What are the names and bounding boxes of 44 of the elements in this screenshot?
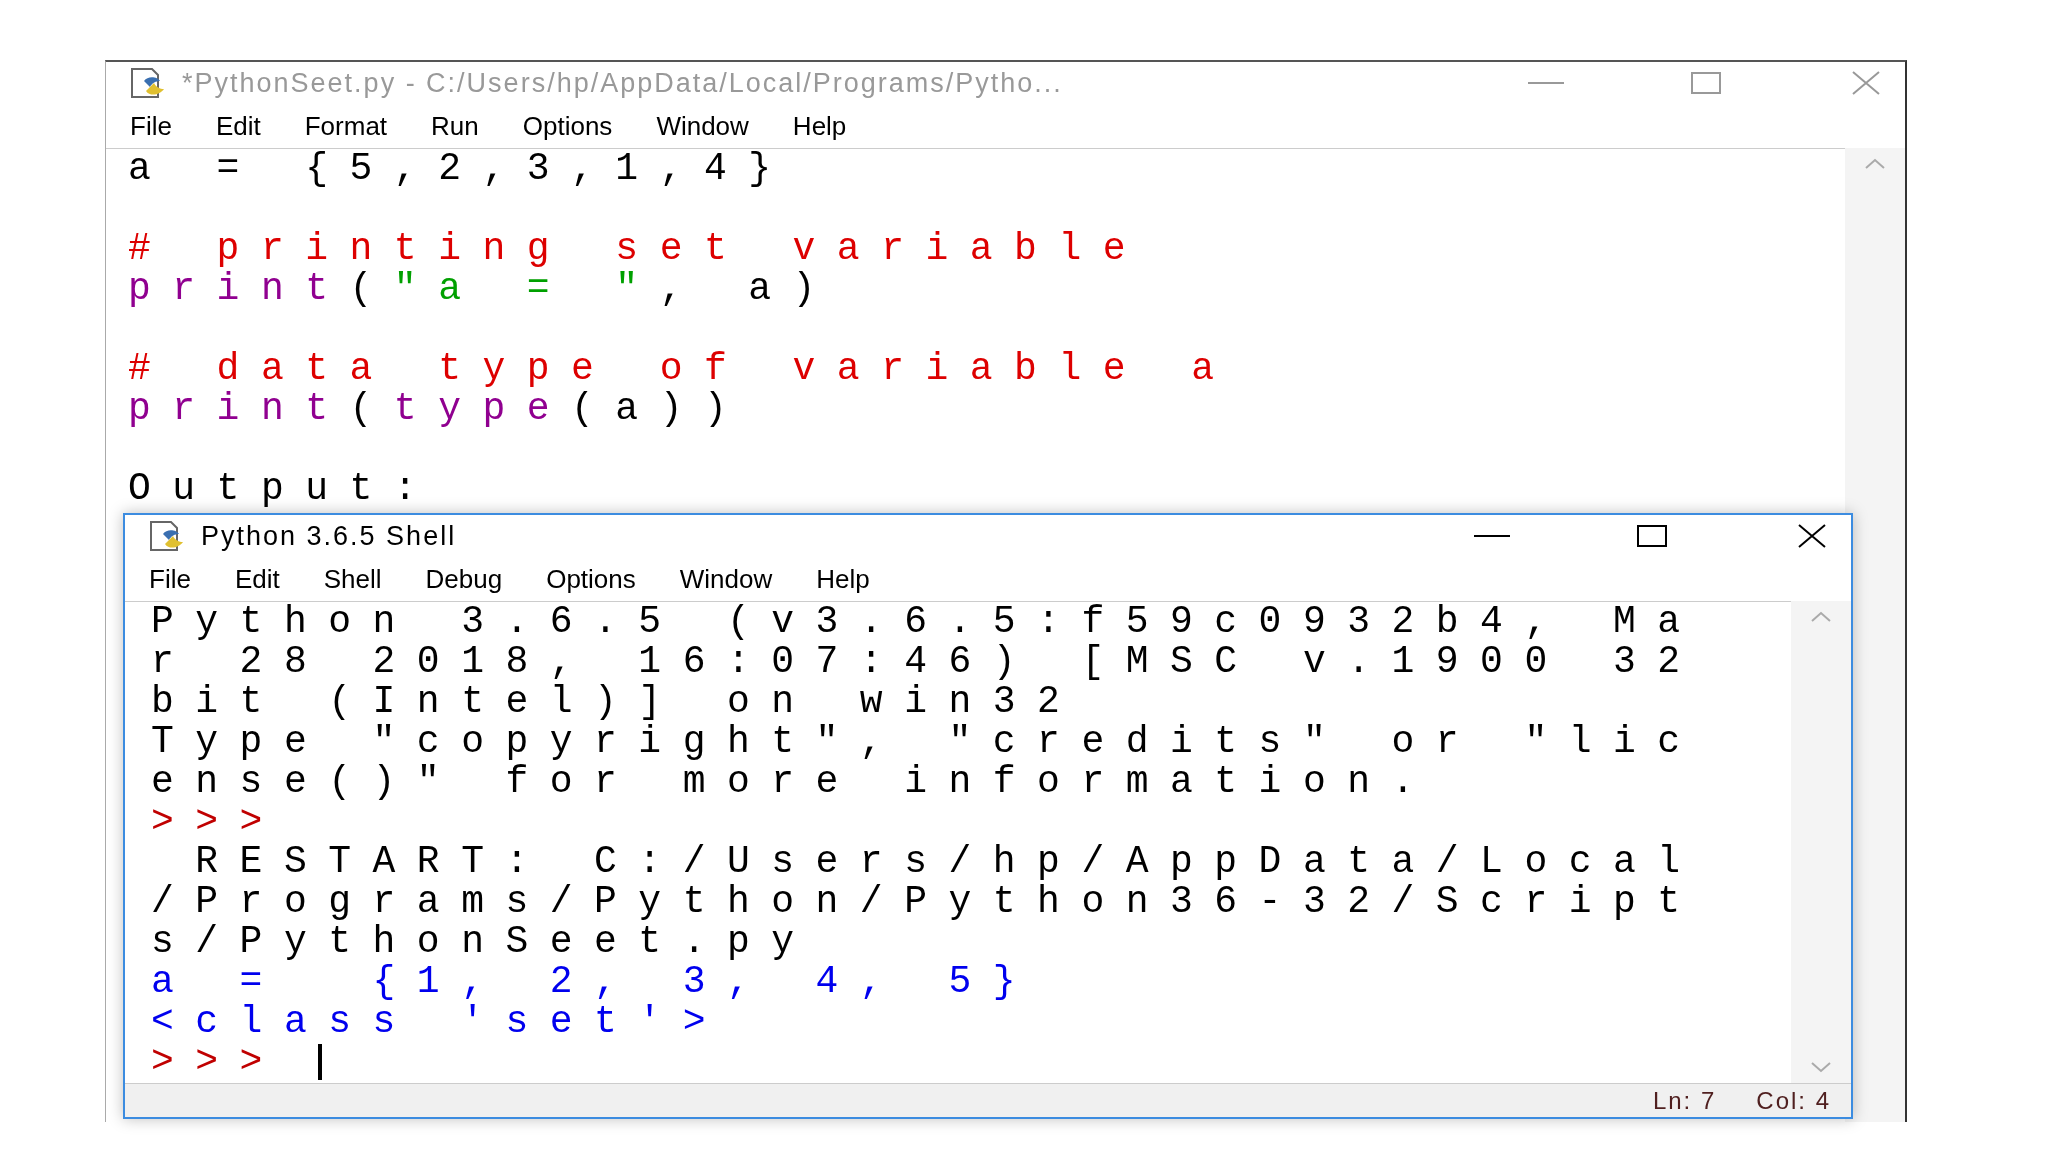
shell-line: ense()" for more information. — [151, 760, 1436, 803]
scroll-up-icon[interactable] — [1864, 158, 1886, 170]
menu-item[interactable]: Edit — [215, 106, 261, 146]
menu-item[interactable]: Shell — [323, 559, 382, 599]
menu-item[interactable]: Help — [816, 559, 870, 599]
menu-item[interactable]: File — [149, 559, 191, 599]
shell-line: a = {1, 2, 3, 4, 5} — [151, 960, 1038, 1003]
menu-item[interactable]: Help — [792, 106, 847, 146]
status-text: Ln: 7 — [1652, 1085, 1717, 1116]
menu-item[interactable]: Debug — [425, 559, 503, 599]
menu-item[interactable]: Window — [656, 106, 749, 146]
menu-item[interactable]: File — [130, 106, 172, 146]
code-line: print("a = ", a) — [128, 269, 838, 309]
menu-item[interactable]: Edit — [234, 559, 280, 599]
code-line: # printing set variable — [128, 229, 1148, 269]
scroll-down-icon[interactable] — [1810, 1061, 1832, 1073]
shell-line: Python 3.6.5 (v3.6.5:f59c0932b4, Ma — [151, 602, 1702, 643]
code-line: Output: — [128, 469, 440, 509]
scrollbar[interactable] — [1845, 148, 1905, 1122]
shell-line: bit (Intel)] on win32 — [151, 680, 1082, 723]
scrollbar[interactable] — [1791, 601, 1851, 1083]
close-icon[interactable] — [1798, 524, 1826, 548]
menu-item[interactable]: Run — [431, 106, 479, 146]
status-text: Col: 4 — [1756, 1085, 1831, 1116]
menu-item[interactable]: Options — [546, 559, 636, 599]
shell-prompt: >>> — [151, 800, 284, 843]
code-line: print(type(a)) — [128, 389, 750, 429]
window-title: *PythonSeet.py - C:/Users/hp/AppData/Local/Programs/Pytho... — [182, 66, 1064, 100]
code-line: # data type of variable a — [128, 349, 1237, 389]
shell-line: s/PythonSeet.py — [151, 920, 816, 963]
menu-item[interactable]: Window — [679, 559, 773, 599]
menu-item[interactable]: Options — [522, 106, 613, 146]
maximize-icon[interactable] — [1637, 525, 1667, 547]
menu-item[interactable]: Format — [304, 106, 388, 146]
code-line: a = {5,2,3,1,4} — [128, 149, 794, 189]
scroll-up-icon[interactable] — [1810, 611, 1832, 623]
shell-line: <class 'set'> — [151, 1000, 727, 1043]
shell-line: /Programs/Python/Python36-32/Script — [151, 880, 1702, 923]
window-title: Python 3.6.5 Shell — [201, 519, 458, 553]
shell-prompt: >>> — [151, 1040, 285, 1083]
shell-line: RESTART: C:/Users/hp/AppData/Local — [194, 840, 1702, 883]
minimize-icon[interactable] — [1474, 534, 1510, 538]
shell-line: Type "copyright", "credits" or "lic — [151, 720, 1702, 763]
shell-line: r 28 2018, 16:07:46) [MSC v.1900 32 — [151, 640, 1702, 683]
